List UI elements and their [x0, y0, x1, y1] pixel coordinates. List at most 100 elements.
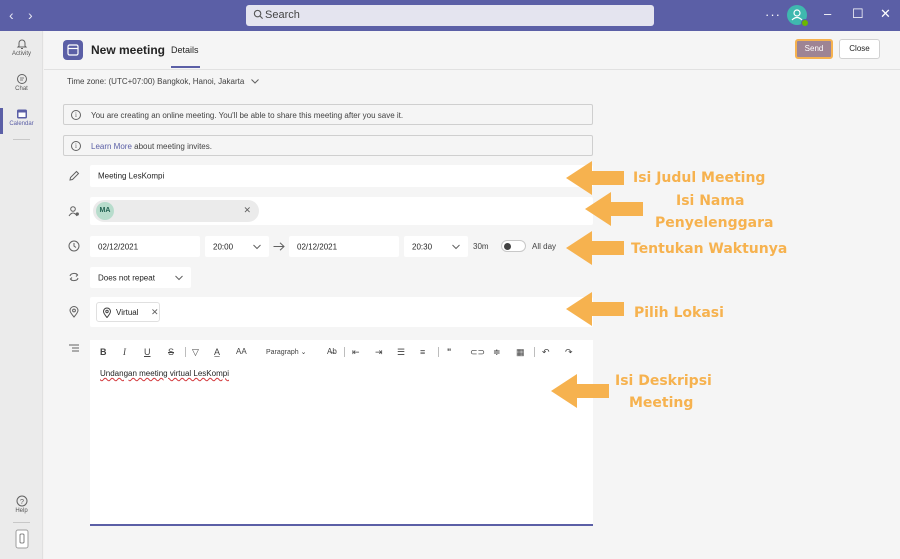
rail-divider [13, 522, 30, 523]
start-time-value: 20:00 [213, 242, 234, 251]
font-color-icon[interactable]: A̲ [214, 346, 220, 358]
rail-label-calendar: Calendar [9, 121, 34, 127]
svg-text:?: ? [19, 497, 23, 506]
info-icon: i [71, 141, 81, 151]
repeat-select[interactable]: Does not repeat [90, 267, 191, 288]
horizontal-rule-icon[interactable]: ≑ [493, 346, 501, 358]
app-rail: Activity Chat Calendar ? Help [0, 31, 43, 559]
arrow-left-icon [566, 292, 624, 326]
underline-icon[interactable]: U [144, 346, 151, 358]
all-day-toggle[interactable] [501, 240, 526, 252]
annotation-lokasi: Pilih Lokasi [634, 305, 724, 321]
numbered-list-icon[interactable]: ≡ [420, 346, 425, 358]
italic-icon[interactable]: I [123, 346, 126, 358]
more-options-icon[interactable]: ··· [765, 7, 781, 22]
chat-icon [16, 74, 27, 84]
learn-more-notice: i Learn More about meeting invites. [63, 135, 593, 156]
search-placeholder: Search [265, 9, 300, 21]
description-editor[interactable]: B I U S ▽ A̲ AA Paragraph ⌄ A̶b ⇤ ⇥ ☰ ≡ … [90, 340, 593, 526]
presence-status-icon [801, 19, 809, 27]
active-tab-indicator [171, 66, 200, 68]
meeting-form-pane: New meeting Details Send Close Time zone… [44, 31, 900, 559]
maximize-button[interactable]: ☐ [852, 6, 864, 22]
close-window-button[interactable]: ✕ [880, 6, 891, 22]
remove-location-icon[interactable]: ✕ [151, 307, 159, 318]
quote-icon[interactable]: " [447, 346, 451, 358]
rail-label-activity: Activity [11, 51, 31, 57]
chevron-down-icon [253, 244, 261, 249]
remove-attendee-icon[interactable]: ✕ [243, 205, 251, 216]
info-icon: i [71, 110, 81, 120]
title-field[interactable]: Meeting LesKompi [90, 165, 593, 187]
rail-item-mobile[interactable] [0, 529, 43, 549]
end-date-value: 02/12/2021 [297, 242, 338, 251]
page-title: New meeting [91, 43, 166, 57]
rail-item-help[interactable]: ? Help [0, 495, 43, 514]
online-meeting-notice: i You are creating an online meeting. Yo… [63, 104, 593, 125]
rail-item-chat[interactable]: Chat [0, 73, 43, 92]
forward-icon[interactable]: › [28, 7, 33, 23]
minimize-button[interactable]: – [824, 6, 831, 21]
chevron-down-icon [175, 275, 183, 280]
rail-divider [13, 139, 30, 140]
decrease-indent-icon[interactable]: ⇤ [352, 346, 360, 358]
timezone-label: Time zone: (UTC+07:00) Bangkok, Hanoi, J… [67, 77, 245, 86]
bullet-list-icon[interactable]: ☰ [397, 346, 405, 358]
highlight-icon[interactable]: ▽ [192, 346, 199, 358]
bold-icon[interactable]: B [100, 346, 107, 358]
start-date-field[interactable]: 02/12/2021 [90, 236, 200, 257]
annotation-deskripsi-1: Isi Deskripsi [615, 373, 712, 389]
undo-icon[interactable]: ↶ [542, 346, 550, 358]
arrow-left-icon [566, 231, 624, 265]
increase-indent-icon[interactable]: ⇥ [375, 346, 383, 358]
clear-format-icon[interactable]: A̶b [327, 346, 337, 358]
mobile-icon [15, 529, 28, 549]
title-value: Meeting LesKompi [98, 171, 165, 181]
title-bar: ‹ › Search ··· – ☐ ✕ [0, 0, 900, 31]
location-field[interactable] [90, 297, 593, 327]
end-time-value: 20:30 [412, 242, 433, 251]
paragraph-style-select[interactable]: Paragraph ⌄ [266, 347, 307, 359]
location-chip[interactable]: Virtual ✕ [96, 302, 160, 322]
text-align-icon [69, 344, 79, 352]
annotation-nama-1: Isi Nama [676, 193, 745, 209]
learn-more-link[interactable]: Learn More [91, 142, 132, 151]
profile-avatar[interactable] [787, 5, 809, 27]
tab-details[interactable]: Details [171, 45, 199, 55]
start-time-select[interactable]: 20:00 [205, 236, 269, 257]
description-value: Undangan meeting virtual LesKompi [100, 369, 229, 378]
meeting-header: New meeting Details Send Close [44, 31, 900, 69]
end-time-select[interactable]: 20:30 [404, 236, 468, 257]
chevron-down-icon [452, 244, 460, 249]
repeat-icon [69, 272, 79, 282]
back-icon[interactable]: ‹ [9, 7, 14, 23]
redo-icon[interactable]: ↷ [565, 346, 573, 358]
close-button[interactable]: Close [839, 39, 880, 59]
annotation-judul: Isi Judul Meeting [633, 170, 766, 186]
link-icon[interactable]: ⊂⊃ [470, 346, 485, 358]
help-icon: ? [16, 495, 27, 507]
pencil-icon [69, 170, 80, 181]
send-button[interactable]: Send [795, 39, 833, 59]
formatting-toolbar: B I U S ▽ A̲ AA Paragraph ⌄ A̶b ⇤ ⇥ ☰ ≡ … [90, 340, 593, 364]
calendar-app-icon [63, 40, 83, 60]
toggle-knob [504, 243, 511, 250]
rail-item-activity[interactable]: Activity [0, 38, 43, 57]
attendee-chip[interactable]: MA ✕ [93, 200, 259, 222]
rail-item-calendar[interactable]: Calendar [0, 108, 43, 134]
arrow-left-icon [585, 192, 643, 226]
repeat-value: Does not repeat [98, 273, 155, 282]
end-date-field[interactable]: 02/12/2021 [289, 236, 399, 257]
header-divider [44, 69, 900, 70]
strikethrough-icon[interactable]: S [168, 346, 174, 358]
font-size-icon[interactable]: AA [236, 346, 247, 358]
description-text: Undangan meeting virtual LesKompi [100, 369, 229, 378]
annotation-deskripsi-2: Meeting [629, 395, 694, 411]
table-icon[interactable]: ▦ [516, 346, 525, 358]
toolbar-divider [344, 347, 345, 357]
search-input[interactable]: Search [246, 5, 654, 26]
person-add-icon [68, 206, 79, 217]
timezone-selector[interactable]: Time zone: (UTC+07:00) Bangkok, Hanoi, J… [67, 77, 259, 86]
all-day-label: All day [532, 242, 557, 251]
learn-more-text: about meeting invites. [131, 142, 212, 151]
